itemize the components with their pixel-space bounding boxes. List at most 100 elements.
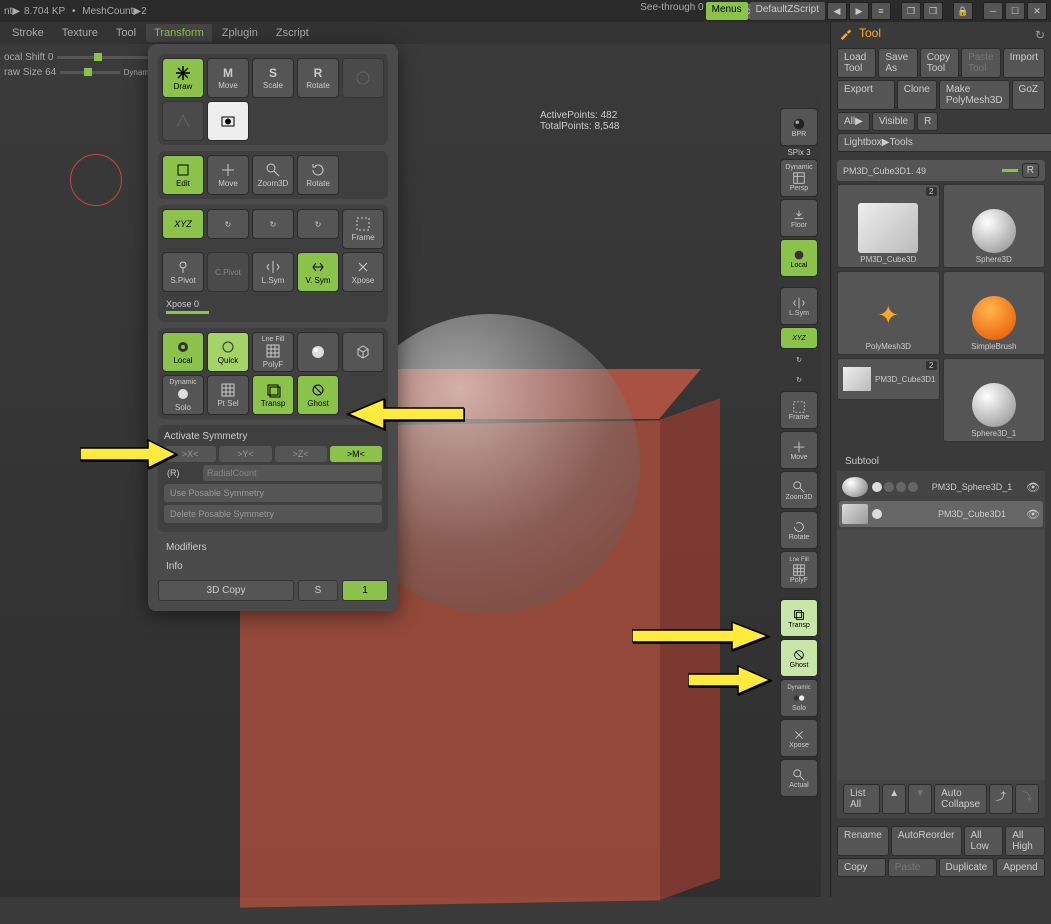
solo-button[interactable]: DynamicSolo	[162, 375, 204, 415]
r-button[interactable]: R	[917, 112, 938, 131]
shelf-lsym-button[interactable]: L.Sym	[780, 287, 818, 325]
posable-sym[interactable]: Use Posable Symmetry	[164, 484, 382, 502]
ptsel-button[interactable]: Pt Sel	[207, 375, 249, 415]
lsym-button[interactable]: L.Sym	[252, 252, 294, 292]
import-button[interactable]: Import	[1003, 48, 1045, 78]
tool-item-simplebrush[interactable]: SimpleBrush	[943, 271, 1046, 355]
shelf-actual-button[interactable]: Actual	[780, 759, 818, 797]
autoreorder-button[interactable]: AutoReorder	[891, 826, 962, 856]
collapse-down-button[interactable]: ⤵	[1015, 784, 1039, 814]
clone-button[interactable]: Clone	[897, 80, 937, 110]
info-section[interactable]: Info	[158, 557, 388, 576]
shelf-axis-z[interactable]: ↻	[781, 371, 817, 389]
ghost-button[interactable]: Ghost	[297, 375, 339, 415]
axis-y-button[interactable]: ↻	[207, 209, 249, 239]
menu-zplugin[interactable]: Zplugin	[214, 24, 266, 42]
rotate3d-button[interactable]: Rotate	[297, 155, 339, 195]
window-button-1[interactable]: ❐	[901, 2, 921, 20]
shelf-ghost-button[interactable]: Ghost	[780, 639, 818, 677]
persp-button[interactable]: DynamicPersp	[780, 159, 818, 197]
xyz-button[interactable]: XYZ	[162, 209, 204, 239]
close-button[interactable]: ✕	[1027, 2, 1047, 20]
tool-item-sphere[interactable]: Sphere3D	[943, 184, 1046, 268]
spix-label[interactable]: SPix 3	[787, 148, 810, 157]
menu-tool[interactable]: Tool	[108, 24, 144, 42]
delete-posable-sym[interactable]: Delete Posable Symmetry	[164, 505, 382, 523]
window-button-2[interactable]: ❐	[923, 2, 943, 20]
menus-toggle[interactable]: Menus	[706, 2, 748, 20]
all-button[interactable]: All▶	[837, 112, 870, 131]
cpivot-button[interactable]: C.Pivot	[207, 252, 249, 292]
duplicate-button[interactable]: Duplicate	[939, 858, 995, 877]
one-button[interactable]: 1	[342, 580, 388, 601]
shelf-xyz-button[interactable]: XYZ	[780, 327, 818, 349]
draw-size-slider[interactable]	[60, 71, 119, 74]
make-polymesh-button[interactable]: Make PolyMesh3D	[939, 80, 1010, 110]
menu-button[interactable]: ≡	[871, 2, 891, 20]
focal-shift-slider[interactable]	[57, 56, 149, 59]
lightbox-button[interactable]: Lightbox▶Tools	[837, 133, 1051, 152]
tool-item-sphere1[interactable]: Sphere3D_1	[943, 358, 1046, 442]
rename-button[interactable]: Rename	[837, 826, 889, 856]
sym-z[interactable]: >Z<	[275, 446, 327, 462]
subtool-header[interactable]: Subtool	[837, 452, 1045, 471]
3dcopy-button[interactable]: 3D Copy	[158, 580, 294, 601]
shelf-rotate-button[interactable]: Rotate	[780, 511, 818, 549]
bpr-button[interactable]: BPR	[780, 108, 818, 146]
vsym-button[interactable]: V. Sym	[297, 252, 339, 292]
copy-button[interactable]: Copy	[837, 858, 886, 877]
edit-button[interactable]: Edit	[162, 155, 204, 195]
shelf-solo-button[interactable]: DynamicSolo	[780, 679, 818, 717]
paste-button[interactable]: Paste	[888, 858, 937, 877]
maximize-button[interactable]: ☐	[1005, 2, 1025, 20]
rotate-button[interactable]: RRotate	[297, 58, 339, 98]
axis-z-button[interactable]: ↻	[252, 209, 294, 239]
shelf-axis-y[interactable]: ↻	[781, 351, 817, 369]
spivot-button[interactable]: S.Pivot	[162, 252, 204, 292]
move-down-button[interactable]: ▼	[908, 784, 932, 814]
goz-button[interactable]: GoZ	[1012, 80, 1045, 110]
local-button[interactable]: Local	[162, 332, 204, 372]
zoom3d-button[interactable]: Zoom3D	[252, 155, 294, 195]
sym-m[interactable]: >M<	[330, 446, 382, 462]
subtool-sphere[interactable]: PM3D_Sphere3D_1 👁	[839, 474, 1043, 500]
reload-icon[interactable]: ↻	[1035, 28, 1045, 42]
tool-item-cube[interactable]: 2PM3D_Cube3D	[837, 184, 940, 268]
snapshot-button[interactable]	[207, 101, 249, 141]
subtool-body[interactable]	[837, 530, 1045, 780]
next-button[interactable]: ▶	[849, 2, 869, 20]
move-up-button[interactable]: ▲	[882, 784, 906, 814]
load-tool-button[interactable]: Load Tool	[837, 48, 876, 78]
all-high-button[interactable]: All High	[1005, 826, 1045, 856]
move-button[interactable]: MMove	[207, 58, 249, 98]
tool-header[interactable]: Tool ↻	[831, 22, 1051, 44]
menu-transform[interactable]: Transform	[146, 24, 212, 42]
gizmo-button[interactable]	[162, 101, 204, 141]
move3d-button[interactable]: Move	[207, 155, 249, 195]
axis-free-button[interactable]: ↻	[297, 209, 339, 239]
see-through-slider[interactable]: See-through 0	[640, 2, 703, 20]
save-as-button[interactable]: Save As	[878, 48, 917, 78]
menu-stroke[interactable]: Stroke	[4, 24, 52, 42]
shelf-move-button[interactable]: Move	[780, 431, 818, 469]
auto-collapse-button[interactable]: Auto Collapse	[934, 784, 987, 814]
quick-button[interactable]: Quick	[207, 332, 249, 372]
polyf-button[interactable]: Lne FillPolyF	[252, 332, 294, 372]
modifiers-section[interactable]: Modifiers	[158, 538, 388, 557]
tool-item-cube2[interactable]: 2PM3D_Cube3D1	[837, 358, 940, 400]
xpose-button[interactable]: Xpose	[342, 252, 384, 292]
shelf-zoom3d-button[interactable]: Zoom3D	[780, 471, 818, 509]
shelf-polyf-button[interactable]: Lne FillPolyF	[780, 551, 818, 589]
shelf-transp-button[interactable]: Transp	[780, 599, 818, 637]
transp-button[interactable]: Transp	[252, 375, 294, 415]
scale-button[interactable]: SScale	[252, 58, 294, 98]
default-zscript[interactable]: DefaultZScript	[750, 2, 825, 20]
radial-count[interactable]: RadialCount	[203, 465, 382, 481]
shelf-local-button[interactable]: Local	[780, 239, 818, 277]
cube-button[interactable]	[342, 332, 384, 372]
sym-y[interactable]: >Y<	[219, 446, 271, 462]
prev-button[interactable]: ◀	[827, 2, 847, 20]
minimize-button[interactable]: ─	[983, 2, 1003, 20]
shelf-frame-button[interactable]: Frame	[780, 391, 818, 429]
export-button[interactable]: Export	[837, 80, 895, 110]
